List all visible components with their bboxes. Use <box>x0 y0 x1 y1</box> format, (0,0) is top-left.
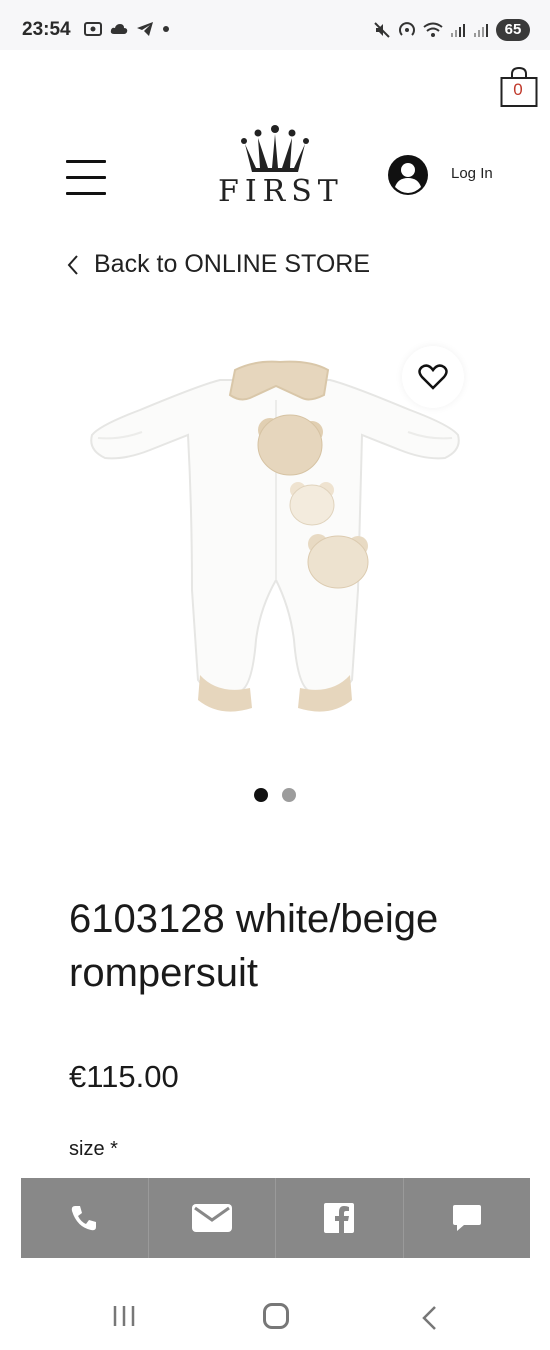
gallery-dot-1[interactable] <box>254 788 268 802</box>
status-left-icons <box>84 21 170 37</box>
brand-logo[interactable]: FIRST <box>218 124 344 209</box>
wifi-icon <box>423 22 443 37</box>
signal-icon-2 <box>474 24 488 37</box>
phone-icon <box>72 1206 97 1231</box>
call-button[interactable] <box>21 1178 149 1258</box>
menu-icon-line <box>66 176 106 179</box>
mute-icon <box>374 22 390 38</box>
chat-button[interactable] <box>404 1178 531 1258</box>
brand-name: FIRST <box>218 174 344 209</box>
status-right-icons: 65 <box>373 19 530 41</box>
mail-icon <box>191 1204 232 1232</box>
battery-indicator: 65 <box>496 19 530 41</box>
product-title: 6103128 white/beige rompersuit <box>69 897 439 995</box>
status-time: 23:54 <box>22 19 71 40</box>
hotspot-icon <box>399 22 415 36</box>
cloud-icon <box>110 24 128 34</box>
heart-icon <box>418 364 448 390</box>
back-link-label: Back to ONLINE STORE <box>94 250 371 278</box>
cart-count: 0 <box>513 80 523 99</box>
size-label: size * <box>69 1138 118 1160</box>
user-avatar-icon[interactable] <box>388 155 428 195</box>
notification-dot-icon <box>163 26 169 32</box>
menu-button[interactable] <box>66 160 106 198</box>
login-link[interactable]: Log In <box>451 165 493 182</box>
back-icon[interactable] <box>420 1305 438 1331</box>
recent-apps-icon[interactable] <box>112 1305 136 1327</box>
system-navigation-bar <box>0 1285 550 1350</box>
facebook-icon <box>324 1203 355 1233</box>
gallery-pagination <box>254 788 296 802</box>
product-price: €115.00 <box>69 1059 179 1094</box>
email-button[interactable] <box>149 1178 276 1258</box>
back-to-store-link[interactable]: Back to ONLINE STORE <box>66 250 370 279</box>
chat-icon <box>452 1205 481 1231</box>
screenshot-icon <box>84 22 102 36</box>
signal-icon-1 <box>451 24 465 37</box>
chevron-left-icon <box>67 254 78 275</box>
facebook-button[interactable] <box>276 1178 404 1258</box>
wishlist-button[interactable] <box>402 346 464 408</box>
status-bar: 23:54 65 <box>0 0 550 50</box>
contact-bar <box>21 1178 530 1258</box>
home-icon[interactable] <box>263 1303 289 1329</box>
menu-icon-line <box>66 160 106 163</box>
crown-icon <box>241 125 309 172</box>
cart-button[interactable]: 0 <box>500 66 538 108</box>
menu-icon-line <box>66 192 106 195</box>
telegram-icon <box>137 22 153 36</box>
gallery-dot-2[interactable] <box>282 788 296 802</box>
